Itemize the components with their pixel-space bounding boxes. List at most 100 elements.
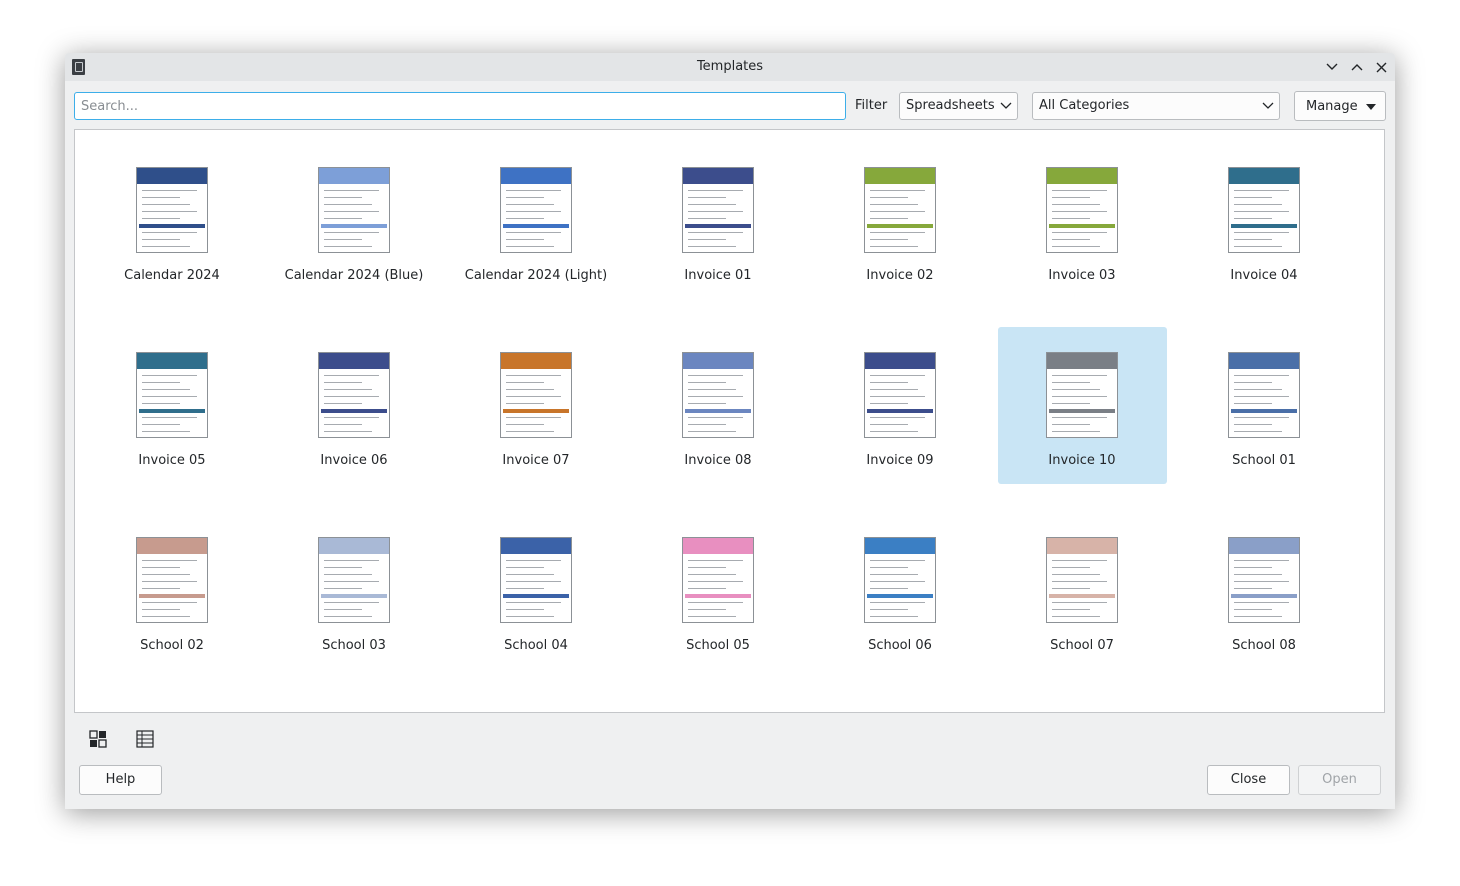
thumbnail-header — [865, 168, 935, 184]
thumbnail-line — [506, 190, 561, 191]
thumbnail-line — [1052, 396, 1107, 397]
template-tile[interactable]: Invoice 03 — [998, 142, 1167, 299]
thumbnail-line — [324, 424, 362, 425]
thumbnail-line — [870, 567, 908, 568]
thumbnail-line — [1234, 218, 1272, 219]
template-tile[interactable]: School 01 — [1180, 327, 1349, 484]
thumbnail-line — [688, 581, 743, 582]
thumbnail-header — [1229, 353, 1299, 369]
thumbnail-line — [870, 574, 918, 575]
thumbnail-line — [870, 232, 925, 233]
template-thumbnail — [1046, 167, 1118, 253]
thumbnail-line — [688, 574, 736, 575]
thumbnail-line — [1234, 211, 1289, 212]
thumbnail-line — [870, 609, 908, 610]
template-label: Invoice 06 — [320, 453, 388, 468]
thumbnail-line — [324, 246, 372, 247]
thumbnail-band — [321, 224, 387, 228]
thumbnail-line — [324, 382, 362, 383]
open-button[interactable]: Open — [1298, 765, 1381, 795]
template-label: Invoice 03 — [1048, 268, 1116, 283]
thumbnail-line — [1052, 246, 1100, 247]
thumbnail-band — [503, 224, 569, 228]
template-tile[interactable]: Invoice 10 — [997, 327, 1167, 484]
thumbnail-line — [506, 609, 544, 610]
category-dropdown[interactable]: All Categories — [1032, 92, 1280, 120]
thumbnail-header — [501, 168, 571, 184]
template-tile[interactable]: Invoice 09 — [816, 327, 985, 484]
template-thumbnail — [864, 537, 936, 623]
template-label: School 02 — [140, 638, 204, 653]
manage-button[interactable]: Manage — [1294, 91, 1386, 121]
thumbnail-line — [688, 616, 736, 617]
thumbnail-header — [683, 168, 753, 184]
thumbnail-header — [501, 538, 571, 554]
thumbnail-line — [1234, 616, 1282, 617]
thumbnail-line — [506, 246, 554, 247]
template-tile[interactable]: Invoice 04 — [1180, 142, 1349, 299]
help-button[interactable]: Help — [79, 765, 162, 795]
filter-dropdown[interactable]: Spreadsheets — [899, 92, 1018, 120]
thumbnail-line — [506, 616, 554, 617]
thumbnail-view-button[interactable] — [87, 728, 109, 750]
thumbnail-line — [142, 246, 190, 247]
thumbnail-line — [142, 602, 197, 603]
thumbnail-line — [1234, 574, 1282, 575]
thumbnail-line — [506, 560, 561, 561]
search-input[interactable] — [74, 92, 846, 120]
template-tile[interactable]: School 03 — [270, 512, 439, 669]
template-label: School 06 — [868, 638, 932, 653]
thumbnail-line — [506, 211, 561, 212]
template-tile[interactable]: Calendar 2024 (Light) — [452, 142, 621, 299]
template-tile[interactable]: School 07 — [998, 512, 1167, 669]
template-tile[interactable]: Invoice 01 — [634, 142, 803, 299]
thumbnail-line — [506, 396, 561, 397]
template-tile[interactable]: Invoice 06 — [270, 327, 439, 484]
template-label: Invoice 07 — [502, 453, 570, 468]
minimize-button[interactable] — [1322, 57, 1342, 77]
list-view-button[interactable] — [134, 728, 156, 750]
close-window-button[interactable] — [1371, 57, 1391, 77]
thumbnail-line — [324, 204, 372, 205]
thumbnail-line — [1234, 239, 1272, 240]
thumbnail-header — [137, 538, 207, 554]
thumbnail-line — [506, 382, 544, 383]
thumbnail-line — [1234, 396, 1289, 397]
thumbnail-band — [321, 409, 387, 413]
close-button[interactable]: Close — [1207, 765, 1290, 795]
template-tile[interactable]: School 02 — [88, 512, 257, 669]
template-label: Invoice 08 — [684, 453, 752, 468]
template-tile[interactable]: Calendar 2024 — [88, 142, 257, 299]
template-tile[interactable]: Calendar 2024 (Blue) — [270, 142, 439, 299]
thumbnail-header — [137, 168, 207, 184]
thumbnail-header — [137, 353, 207, 369]
thumbnail-header — [683, 353, 753, 369]
thumbnail-line — [142, 616, 190, 617]
template-view[interactable]: Calendar 2024 Calendar 2024 (Blue) Calenda… — [74, 129, 1385, 713]
thumbnail-line — [506, 431, 554, 432]
template-tile[interactable]: Invoice 05 — [88, 327, 257, 484]
template-tile[interactable]: School 06 — [816, 512, 985, 669]
thumbnail-line — [506, 417, 561, 418]
template-label: School 03 — [322, 638, 386, 653]
thumbnail-line — [870, 431, 918, 432]
template-thumbnail — [682, 352, 754, 438]
template-tile[interactable]: School 08 — [1180, 512, 1349, 669]
maximize-button[interactable] — [1347, 57, 1367, 77]
template-tile[interactable]: Invoice 02 — [816, 142, 985, 299]
template-tile[interactable]: Invoice 08 — [634, 327, 803, 484]
thumbnail-line — [142, 389, 190, 390]
template-tile[interactable]: School 05 — [634, 512, 803, 669]
template-thumbnail — [136, 352, 208, 438]
thumbnail-line — [688, 211, 743, 212]
thumbnail-line — [688, 424, 726, 425]
thumbnail-line — [142, 190, 197, 191]
thumbnail-line — [688, 431, 736, 432]
thumbnail-line — [506, 602, 561, 603]
template-tile[interactable]: Invoice 07 — [452, 327, 621, 484]
thumbnail-line — [1052, 239, 1090, 240]
thumbnail-line — [688, 396, 743, 397]
filter-label: Filter — [855, 98, 888, 113]
template-tile[interactable]: School 04 — [452, 512, 621, 669]
template-label: School 04 — [504, 638, 568, 653]
